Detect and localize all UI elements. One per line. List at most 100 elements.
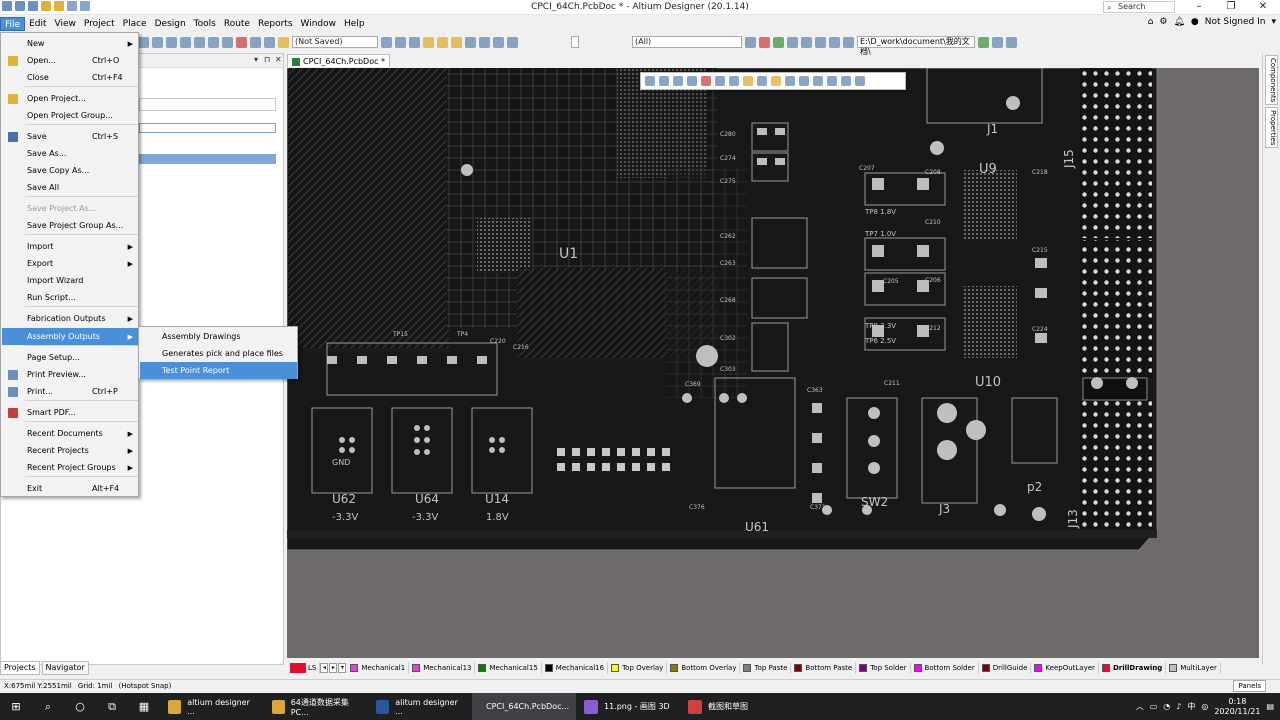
interactive-route-icon[interactable] [773,36,784,48]
via-icon[interactable] [729,76,739,86]
layer-next-button[interactable]: ▸ [329,662,338,673]
layer-tab-mechanical13[interactable]: Mechanical13 [409,661,476,674]
file-menu-item-import-wizard[interactable]: Import Wizard [2,272,138,289]
file-menu-item-open[interactable]: Open... Ctrl+O [2,52,138,69]
network-icon[interactable]: ▭ [1150,702,1158,711]
pen-icon[interactable] [743,76,753,86]
dimension-icon[interactable] [827,76,837,86]
layer-tab-mechanical15[interactable]: Mechanical15 [475,661,542,674]
panel-menu-icon[interactable]: ▾ [254,55,258,64]
polygon-icon[interactable] [799,76,809,86]
menu-project[interactable]: Project [80,17,119,31]
components-tab[interactable]: Components [1265,55,1278,106]
file-menu-item-save-as[interactable]: Save As... [2,145,138,162]
ime-icon[interactable]: 中 [1187,701,1195,712]
select-area-icon[interactable] [194,36,205,48]
calculator-icon[interactable]: ▦ [128,693,160,720]
pcb-canvas[interactable]: U1 U9 U10 U61 U62 U64 U14 J1 J3 SW2 p2 -… [287,68,1259,658]
fill-icon[interactable] [465,36,476,48]
forward-icon[interactable] [992,36,1003,48]
menu-tools[interactable]: Tools [190,17,220,31]
keepout-icon[interactable] [813,76,823,86]
file-menu-item-save-copy-as[interactable]: Save Copy As... [2,162,138,179]
tab-navigator[interactable]: Navigator [41,661,89,675]
cut-icon[interactable] [138,36,149,48]
home-icon[interactable]: ⌂ [1148,17,1154,27]
submenu-item-test-point-report[interactable]: Test Point Report [140,362,297,379]
copy-icon[interactable] [152,36,163,48]
menu-file[interactable]: File [0,17,26,31]
file-menu-item-print-preview[interactable]: Print Preview... [2,366,138,383]
file-menu-item-assembly-outputs[interactable]: Assembly Outputs ▶ [2,328,138,345]
file-menu-item-open-project[interactable]: Open Project... [2,90,138,107]
via-icon[interactable] [423,36,434,48]
taskbar-item-4[interactable]: 11.png - 画图 3D [576,693,680,720]
file-menu-item-save[interactable]: Save Ctrl+S [2,128,138,145]
taskbar-item-3[interactable]: CPCI_64Ch.PcbDoc... [472,693,576,720]
user-icon[interactable]: ● [1191,17,1199,27]
redo-icon[interactable] [264,36,275,48]
component-icon[interactable] [701,76,711,86]
minimize-button[interactable]: – [1188,0,1210,14]
file-menu-item-open-project-group[interactable]: Open Project Group... [2,107,138,124]
file-menu-item-smart-pdf[interactable]: Smart PDF... [2,404,138,421]
cross-icon[interactable] [222,36,233,48]
layer-tab-bottom-overlay[interactable]: Bottom Overlay [667,661,741,674]
file-menu-item-close[interactable]: Close Ctrl+F4 [2,69,138,86]
filter-icon[interactable] [645,76,655,86]
file-menu-item-export[interactable]: Export ▶ [2,255,138,272]
menu-design[interactable]: Design [151,17,190,31]
file-menu-item-exit[interactable]: Exit Alt+F4 [2,480,138,497]
layer-tab-bottom-paste[interactable]: Bottom Paste [791,661,857,674]
arc-icon[interactable] [451,36,462,48]
pen-icon[interactable] [278,36,289,48]
file-menu-item-save-project-group-as[interactable]: Save Project Group As... [2,217,138,234]
board-icon[interactable] [843,36,854,48]
file-menu-item-fabrication-outputs[interactable]: Fabrication Outputs ▶ [2,310,138,327]
file-menu-item-import[interactable]: Import ▶ [2,238,138,255]
chevron-down-icon[interactable]: ▾ [1271,17,1276,27]
layer-tab-mechanical16[interactable]: Mechanical16 [542,661,609,674]
rubber-stamp-icon[interactable] [180,36,191,48]
back-icon[interactable] [978,36,989,48]
text-icon[interactable] [493,36,504,48]
panel-search-input[interactable] [139,98,276,111]
select-icon[interactable] [659,76,669,86]
layer-tab-top-overlay[interactable]: Top Overlay [608,661,668,674]
menu-place[interactable]: Place [119,17,151,31]
panels-button[interactable]: Panels [1233,680,1266,692]
dimension-icon[interactable] [815,36,826,48]
panel-close-icon[interactable]: ✕ [275,55,282,64]
clear-icon[interactable] [759,36,770,48]
taskbar-item-0[interactable]: altium designer ... [160,693,264,720]
volume-icon[interactable]: ♪ [1176,702,1181,711]
cortana-icon[interactable]: ○ [64,693,96,720]
properties-tab[interactable]: Properties [1265,107,1278,149]
component-icon[interactable] [507,36,518,48]
text-icon[interactable] [841,76,851,86]
layer-tab-mechanical1[interactable]: Mechanical1 [347,661,410,674]
filter-combo[interactable] [571,36,579,48]
route-icon[interactable] [715,76,725,86]
chevron-up-icon[interactable]: ︿ [1136,701,1144,712]
taskbar-item-5[interactable]: 截图和草图 [680,693,784,720]
polygon-icon[interactable] [479,36,490,48]
undo-icon[interactable] [250,36,261,48]
diff-pair-icon[interactable] [409,36,420,48]
file-menu-item-save-project-as[interactable]: Save Project As... [2,200,138,217]
pcb-drawing[interactable]: U1 U9 U10 U61 U62 U64 U14 J1 J3 SW2 p2 -… [287,68,1259,658]
layer-tab-drillguide[interactable]: DrillGuide [979,661,1032,674]
selected-project-row[interactable] [139,154,276,164]
project-row[interactable] [139,123,276,133]
refresh-icon[interactable] [1006,36,1017,48]
pad-icon[interactable] [771,76,781,86]
layer-tab-keepoutlayer[interactable]: KeepOutLayer [1031,661,1099,674]
file-menu-item-print[interactable]: Print... Ctrl+P [2,383,138,400]
gear-icon[interactable]: ⚙ [1159,17,1167,27]
layer-tab-top-paste[interactable]: Top Paste [740,661,792,674]
clock[interactable]: 0:18 2020/11/21 [1214,697,1260,717]
menu-reports[interactable]: Reports [254,17,297,31]
layer-tab-top-solder[interactable]: Top Solder [856,661,911,674]
windows-start-icon[interactable]: ⊞ [0,693,32,720]
app-tray-icon[interactable]: ◎ [1201,702,1208,711]
